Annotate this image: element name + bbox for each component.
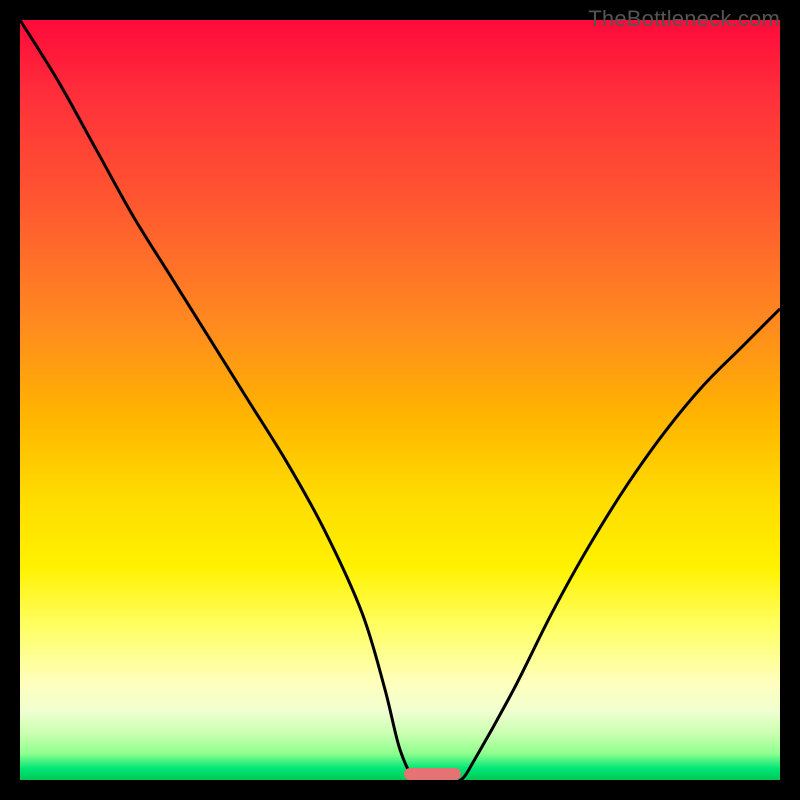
- bottleneck-curve: [20, 20, 780, 780]
- bottleneck-curve-path: [20, 20, 780, 780]
- chart-plot-area: [20, 20, 780, 780]
- chart-frame: TheBottleneck.com: [0, 0, 800, 800]
- watermark-text: TheBottleneck.com: [588, 6, 780, 32]
- optimal-range-marker: [404, 768, 461, 780]
